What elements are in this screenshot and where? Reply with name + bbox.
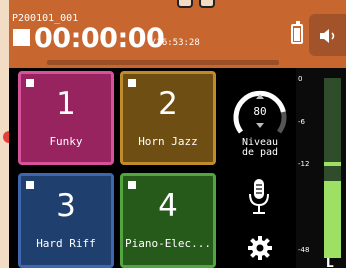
- mic-icon[interactable]: [246, 177, 272, 217]
- pad-name: Funky: [49, 135, 83, 148]
- meter-scale-12: -12: [298, 160, 310, 168]
- speaker-icon: [320, 29, 335, 43]
- status-header: P200101_001 00:00:00 /16:53:28: [9, 0, 346, 68]
- stop-icon: [13, 29, 30, 46]
- pad-number: 2: [158, 86, 178, 122]
- pad-number: 3: [56, 188, 76, 224]
- gear-icon[interactable]: [247, 235, 273, 261]
- pad-level-label-line2: de pad: [241, 147, 279, 158]
- timecode: 00:00:00: [34, 23, 165, 54]
- pad-name: Hard Riff: [36, 237, 96, 250]
- pad-2[interactable]: 2 Horn Jazz: [120, 71, 216, 165]
- pad-name: Horn Jazz: [138, 135, 198, 148]
- level-meter: 0 -6 -12 -48 L R: [296, 68, 346, 268]
- rec-icon: [177, 0, 193, 8]
- play-icon: [199, 0, 215, 8]
- pad-name: Piano-Elec...: [124, 237, 212, 250]
- pad-4[interactable]: 4 Piano-Elec...: [120, 173, 216, 268]
- meter-scale-48: -48: [298, 246, 310, 254]
- meter-scale-0: 0: [298, 75, 303, 83]
- device-screen: P200101_001 00:00:00 /16:53:28 1 Funky 2…: [9, 0, 346, 268]
- pad-level-knob[interactable]: 80: [231, 84, 289, 138]
- pad-level-label: Niveau de pad: [229, 138, 291, 158]
- remaining-time: /16:53:28: [151, 38, 200, 48]
- battery-icon: [291, 21, 303, 44]
- meter-fill-l: [324, 180, 341, 258]
- pad-3[interactable]: 3 Hard Riff: [18, 173, 114, 268]
- top-peek-icons: [177, 0, 217, 8]
- speaker-button[interactable]: [309, 14, 346, 56]
- pad-level-value: 80: [253, 105, 266, 118]
- meter-peak-l: [324, 162, 341, 166]
- meter-channel-l: [324, 78, 341, 258]
- recording-progress-bar[interactable]: [47, 60, 279, 65]
- pad-1[interactable]: 1 Funky: [18, 71, 114, 165]
- channel-label-l: L: [326, 256, 334, 268]
- meter-scale-6: -6: [298, 118, 305, 126]
- level-down-icon: [256, 123, 264, 128]
- pad-number: 1: [56, 86, 76, 122]
- pad-number: 4: [158, 188, 178, 224]
